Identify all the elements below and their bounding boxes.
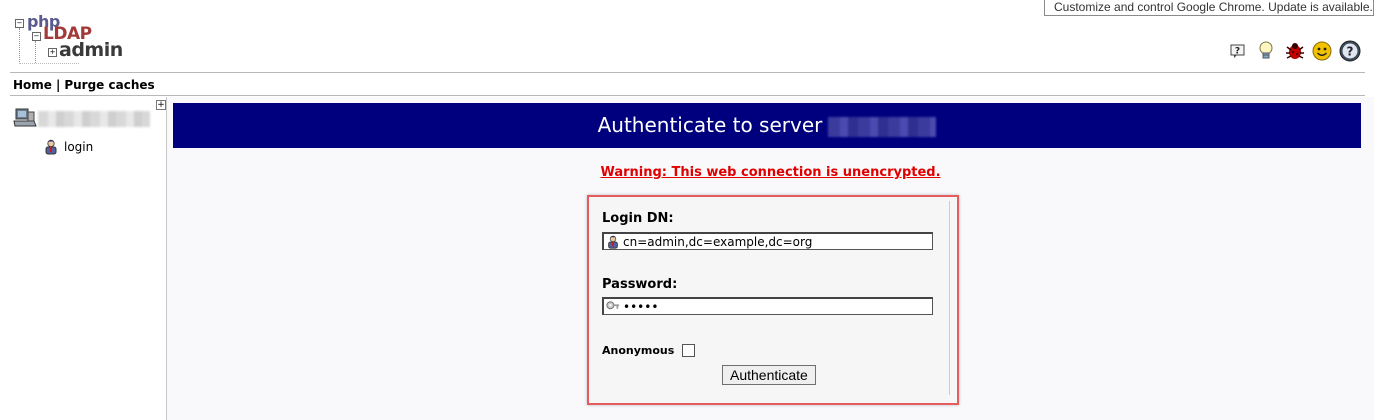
logo-collapse-box: − — [32, 32, 41, 41]
logo-collapse-box: − — [15, 19, 24, 28]
svg-text:?: ? — [1235, 47, 1240, 57]
login-dn-label: Login DN: — [602, 211, 674, 226]
top-menu: Home | Purge caches — [13, 78, 155, 92]
login-dn-input[interactable]: cn=admin,dc=example,dc=org — [602, 232, 933, 250]
login-form: Login DN: cn=admin,dc=example,dc=org Pas… — [587, 195, 959, 405]
authenticate-button[interactable]: Authenticate — [722, 365, 816, 385]
phpldapadmin-logo[interactable]: − − + php LDAP admin — [13, 12, 123, 66]
form-divider — [949, 201, 950, 395]
logo-expand-box: + — [48, 48, 57, 57]
tree-login-item[interactable]: login — [44, 139, 93, 155]
header-divider — [10, 72, 1365, 73]
login-dn-value: cn=admin,dc=example,dc=org — [623, 234, 813, 249]
user-icon — [608, 235, 618, 249]
menu-divider — [10, 95, 1365, 96]
anonymous-checkbox[interactable] — [682, 344, 696, 357]
server-icon — [13, 107, 37, 129]
tree-expand-button[interactable]: + — [156, 100, 166, 110]
server-tree: + login — [10, 97, 167, 420]
page-title-bar: Authenticate to server — [173, 103, 1361, 148]
password-label: Password: — [602, 277, 678, 292]
light-bulb-icon[interactable] — [1255, 40, 1277, 62]
password-value: ••••• — [623, 299, 659, 314]
home-link[interactable]: Home — [13, 78, 52, 92]
user-icon — [45, 139, 57, 155]
anonymous-label: Anonymous — [602, 344, 675, 357]
page-title: Authenticate to server — [597, 113, 823, 137]
help-icon[interactable]: ? — [1227, 40, 1249, 62]
server-address-redacted — [828, 116, 937, 137]
unencrypted-warning: Warning: This web connection is unencryp… — [600, 165, 941, 180]
menu-separator: | — [55, 78, 61, 92]
main-content: Authenticate to server Warning: This web… — [167, 97, 1374, 420]
bug-icon[interactable] — [1283, 40, 1305, 62]
purge-caches-link[interactable]: Purge caches — [64, 78, 154, 92]
password-input[interactable]: ••••• — [602, 297, 933, 315]
question-icon[interactable]: ? — [1339, 40, 1361, 62]
anonymous-row: Anonymous — [602, 344, 696, 357]
tree-login-label: login — [64, 140, 94, 154]
header-icons: ? ? — [1227, 40, 1361, 62]
svg-text:?: ? — [1347, 45, 1354, 59]
server-name-redacted[interactable] — [38, 111, 150, 127]
logo-admin: admin — [59, 39, 123, 61]
smiley-icon[interactable] — [1311, 40, 1333, 62]
key-icon — [606, 300, 620, 309]
chrome-tooltip: Customize and control Google Chrome. Upd… — [1044, 0, 1374, 16]
